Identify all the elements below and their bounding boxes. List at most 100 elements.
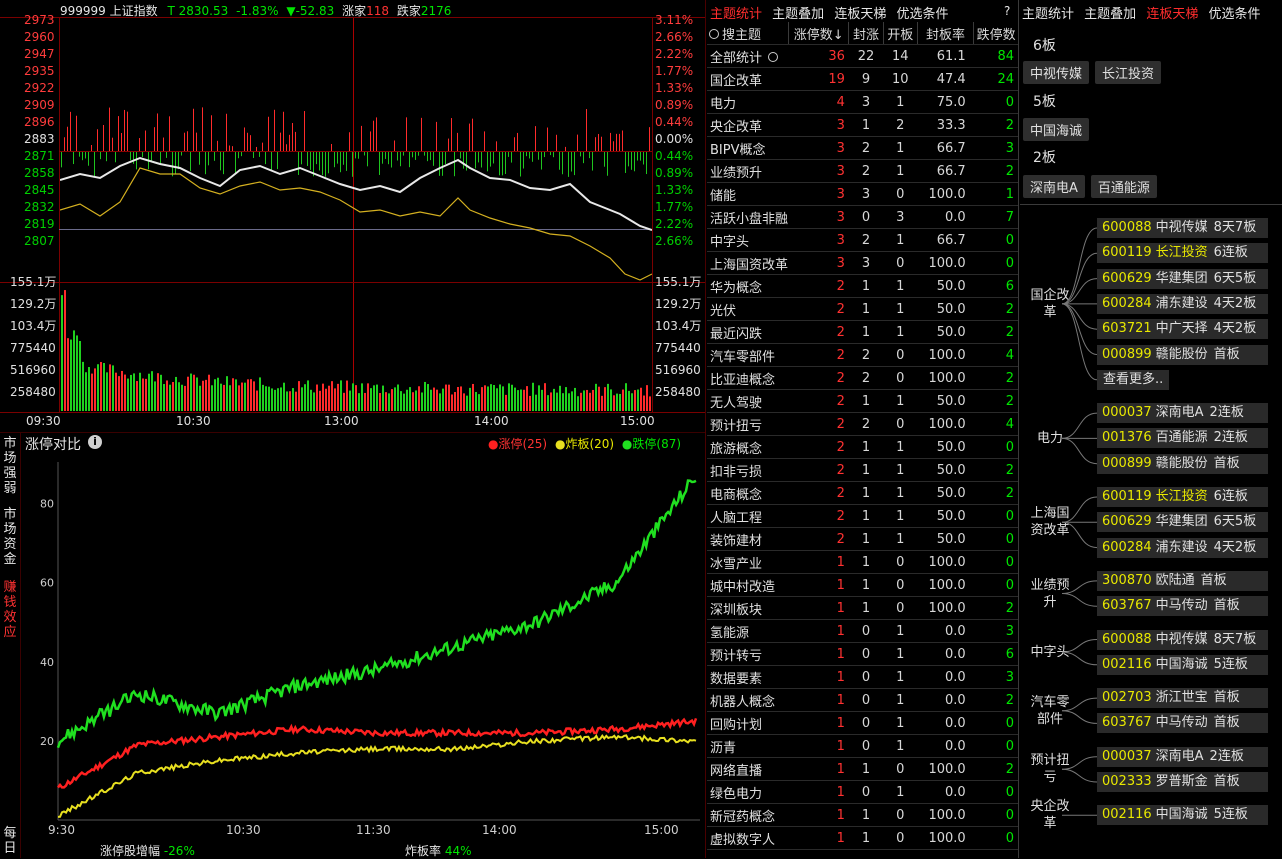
topic-value: 1	[848, 113, 884, 137]
ladder-stock-row[interactable]: 603721 中广天择 4天2板	[1097, 319, 1268, 340]
topic-row[interactable]: 汽车零部件 2 2 0 100.0 4	[707, 343, 1018, 367]
view-more-button[interactable]: 查看更多..	[1097, 369, 1169, 390]
board-chip[interactable]: 长江投资	[1095, 61, 1162, 84]
tab-topic-stats[interactable]: 主题统计	[710, 3, 762, 22]
topic-row[interactable]: 城中村改造 1 1 0 100.0 0	[707, 573, 1018, 597]
topic-row[interactable]: 电商概念 2 1 1 50.0 2	[707, 481, 1018, 505]
board-chip[interactable]: 深南电A	[1023, 175, 1085, 198]
side-tab-daily[interactable]: 每日	[1, 826, 19, 858]
ladder-stock-row[interactable]: 603767 中马传动 首板	[1097, 713, 1268, 734]
ladder-stock-row[interactable]: 000899 赣能股份 首板	[1097, 344, 1268, 365]
col-sealed[interactable]: 封涨	[848, 22, 884, 45]
topic-value: 1	[883, 458, 918, 482]
ladder-stock-row[interactable]: 000037 深南电A 2连板	[1097, 403, 1268, 424]
topic-row[interactable]: 储能 3 3 0 100.0 1	[707, 182, 1018, 206]
topic-stats-table: 搜主题 涨停数↓ 封涨 开板 封板率 跌停数 全部统计 36 22 14 61.1 84 国…	[707, 22, 1018, 850]
circle-icon[interactable]	[768, 51, 779, 62]
ladder-stock-row[interactable]: 600629 华建集团 6天5板	[1097, 268, 1268, 289]
topic-row[interactable]: 预计转亏 1 0 1 0.0 6	[707, 642, 1018, 666]
tab-ladder[interactable]: 连板天梯	[834, 3, 886, 22]
topic-row[interactable]: 中字头 3 2 1 66.7 0	[707, 228, 1018, 252]
topic-row[interactable]: 冰雪产业 1 1 0 100.0 0	[707, 550, 1018, 574]
topic-row[interactable]: 光伏 2 1 1 50.0 2	[707, 297, 1018, 321]
intraday-price-chart[interactable]	[60, 18, 652, 282]
topic-row[interactable]: 绿色电力 1 0 1 0.0 0	[707, 780, 1018, 804]
topic-value: 2	[788, 320, 849, 344]
topic-row[interactable]: 活跃小盘非融 3 0 3 0.0 7	[707, 205, 1018, 229]
topic-row[interactable]: 国企改革 19 9 10 47.4 24	[707, 67, 1018, 91]
topic-row[interactable]: 无人驾驶 2 1 1 50.0 2	[707, 389, 1018, 413]
tab-topic-overlay[interactable]: 主题叠加	[772, 3, 824, 22]
side-tab-money-effect[interactable]: 赚钱效应	[1, 580, 19, 644]
ladder-tab-ladder[interactable]: 连板天梯	[1146, 3, 1198, 22]
help-button[interactable]: ?	[1004, 4, 1010, 18]
ladder-stock-row[interactable]: 002703 浙江世宝 首板	[1097, 688, 1268, 709]
topic-row[interactable]: 上海国资改革 3 3 0 100.0 0	[707, 251, 1018, 275]
topic-row[interactable]: 沥青 1 0 1 0.0 0	[707, 734, 1018, 758]
topic-row[interactable]: 装饰建材 2 1 1 50.0 0	[707, 527, 1018, 551]
ladder-stock-row[interactable]: 600119 长江投资 6连板	[1097, 243, 1268, 264]
topic-row[interactable]: 深圳板块 1 1 0 100.0 2	[707, 596, 1018, 620]
topic-row[interactable]: 网络直播 1 1 0 100.0 2	[707, 757, 1018, 781]
side-tab-strength[interactable]: 市场强弱	[1, 436, 19, 500]
info-icon[interactable]: i	[88, 435, 102, 449]
topic-value: 1	[848, 297, 884, 321]
topic-name: 人脑工程	[707, 504, 789, 528]
col-limit-up[interactable]: 涨停数↓	[788, 22, 849, 45]
topic-row[interactable]: 扣非亏损 2 1 1 50.0 2	[707, 458, 1018, 482]
ladder-tab-overlay[interactable]: 主题叠加	[1084, 3, 1136, 22]
topic-value: 3	[788, 182, 849, 206]
tab-filter[interactable]: 优选条件	[896, 3, 948, 22]
topic-row[interactable]: 全部统计 36 22 14 61.1 84	[707, 44, 1018, 68]
ladder-stock-row[interactable]: 002116 中国海诚 5连板	[1097, 654, 1268, 675]
topic-row[interactable]: 电力 4 3 1 75.0 0	[707, 90, 1018, 114]
ladder-stock-row[interactable]: 600284 浦东建设 4天2板	[1097, 293, 1268, 314]
ladder-stock-row[interactable]: 600088 中视传媒 8天7板	[1097, 218, 1268, 238]
col-limit-down[interactable]: 跌停数	[973, 22, 1018, 45]
ladder-stock-row[interactable]: 600119 长江投资 6连板	[1097, 487, 1268, 507]
topic-row[interactable]: 旅游概念 2 1 1 50.0 0	[707, 435, 1018, 459]
topic-row[interactable]: 新冠药概念 1 1 0 100.0 0	[707, 803, 1018, 827]
topic-value: 2	[973, 596, 1018, 620]
topic-row[interactable]: 华为概念 2 1 1 50.0 6	[707, 274, 1018, 298]
topic-row[interactable]: 央企改革 3 1 2 33.3 2	[707, 113, 1018, 137]
board-chip[interactable]: 百通能源	[1090, 175, 1157, 198]
limit-compare-chart[interactable]: 80 60 40 20 9:30 10:30 11:30 14:00 15:00	[20, 452, 704, 858]
ladder-stock-row[interactable]: 000037 深南电A 2连板	[1097, 746, 1268, 767]
topic-name: 上海国资改革	[707, 251, 789, 275]
side-tab-funds[interactable]: 市场资金	[1, 507, 19, 571]
ladder-stock-row[interactable]: 300870 欧陆通 首板	[1097, 570, 1268, 591]
price-tick: 2935	[24, 64, 55, 78]
ladder-stock-row[interactable]: 600284 浦东建设 4天2板	[1097, 537, 1268, 558]
col-seal-rate[interactable]: 封板率	[916, 22, 974, 45]
topic-value: 1	[883, 665, 918, 689]
topic-row[interactable]: 氢能源 1 0 1 0.0 3	[707, 619, 1018, 643]
topic-row[interactable]: 预计扭亏 2 2 0 100.0 4	[707, 412, 1018, 436]
topic-row[interactable]: BIPV概念 3 2 1 66.7 3	[707, 136, 1018, 160]
ladder-stock-row[interactable]: 600088 中视传媒 8天7板	[1097, 629, 1268, 650]
topic-search[interactable]: 搜主题	[707, 22, 789, 45]
board-chip[interactable]: 中国海诚	[1023, 118, 1090, 141]
volume-tick: 129.2万	[10, 297, 57, 311]
topic-row[interactable]: 人脑工程 2 1 1 50.0 0	[707, 504, 1018, 528]
ladder-stock-row[interactable]: 001376 百通能源 2连板	[1097, 428, 1268, 449]
col-opened[interactable]: 开板	[882, 22, 918, 45]
topic-row[interactable]: 机器人概念 1 0 1 0.0 2	[707, 688, 1018, 712]
board-chip[interactable]: 中视传媒	[1023, 61, 1090, 84]
ladder-stock-row[interactable]: 000899 赣能股份 首板	[1097, 453, 1268, 474]
ladder-tab-topic-stats[interactable]: 主题统计	[1022, 3, 1074, 22]
ladder-stock-row[interactable]: 600629 华建集团 6天5板	[1097, 512, 1268, 533]
pct-tick: 2.22%	[655, 217, 694, 231]
topic-value: 66.7	[917, 159, 974, 183]
ladder-stock-row[interactable]: 603767 中马传动 首板	[1097, 596, 1268, 617]
topic-row[interactable]: 比亚迪概念 2 2 0 100.0 2	[707, 366, 1018, 390]
topic-row[interactable]: 最近闪跌 2 1 1 50.0 2	[707, 320, 1018, 344]
topic-row[interactable]: 虚拟数字人 1 1 0 100.0 0	[707, 826, 1018, 850]
topic-row[interactable]: 数据要素 1 0 1 0.0 3	[707, 665, 1018, 689]
ladder-tab-filter[interactable]: 优选条件	[1208, 3, 1260, 22]
topic-value: 0	[973, 527, 1018, 551]
ladder-stock-row[interactable]: 002333 罗普斯金 首板	[1097, 772, 1268, 792]
topic-row[interactable]: 回购计划 1 0 1 0.0 0	[707, 711, 1018, 735]
topic-row[interactable]: 业绩预升 3 2 1 66.7 2	[707, 159, 1018, 183]
ladder-stock-row[interactable]: 002116 中国海诚 5连板	[1097, 805, 1268, 826]
